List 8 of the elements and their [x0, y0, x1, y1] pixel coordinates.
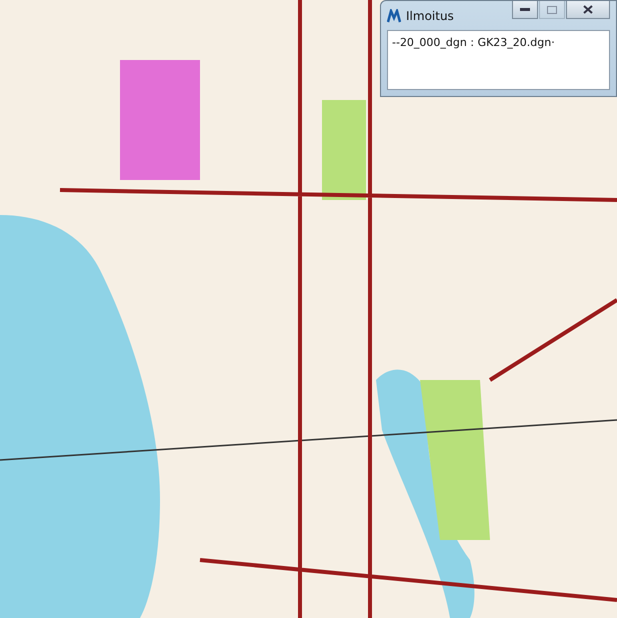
message-text: --20_000_dgn : GK23_20.dgn· [387, 30, 610, 90]
maximize-icon [547, 6, 557, 14]
minimize-button[interactable] [512, 1, 538, 19]
close-icon [583, 5, 593, 14]
close-button[interactable] [566, 1, 610, 19]
app-logo-icon [387, 9, 401, 23]
minimize-icon [520, 8, 530, 12]
window-title: Ilmoitus [406, 9, 455, 23]
